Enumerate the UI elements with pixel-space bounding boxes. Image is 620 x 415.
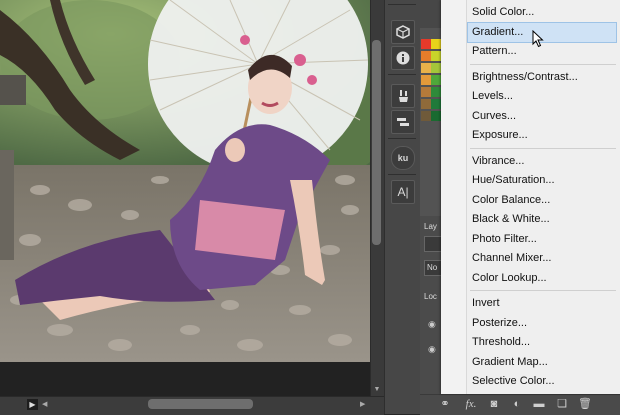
- swatches-panel: [420, 30, 441, 126]
- menu-separator: [470, 290, 616, 291]
- swatch[interactable]: [421, 111, 431, 121]
- swatch[interactable]: [431, 111, 441, 121]
- menu-item[interactable]: Color Lookup...: [472, 269, 547, 288]
- link-layers-icon[interactable]: ⚭: [437, 397, 453, 411]
- layer-filter-search[interactable]: [424, 236, 442, 252]
- swatch[interactable]: [421, 75, 431, 85]
- swatch[interactable]: [421, 51, 431, 61]
- menu-separator: [470, 147, 616, 149]
- swatch[interactable]: [431, 63, 441, 73]
- dock-separator: [388, 4, 416, 5]
- menu-item[interactable]: Exposure...: [472, 126, 528, 145]
- menu-item[interactable]: Vibrance...: [472, 152, 524, 171]
- kuler-icon[interactable]: ku: [391, 146, 415, 170]
- status-menu-arrow-icon[interactable]: ▶: [27, 399, 38, 410]
- swatch[interactable]: [431, 75, 441, 85]
- menu-item[interactable]: Threshold...: [472, 333, 530, 352]
- canvas-pasteboard: [0, 362, 370, 396]
- info-icon[interactable]: [391, 46, 415, 70]
- swatch[interactable]: [431, 99, 441, 109]
- lock-label: Loc: [424, 292, 437, 301]
- swatch[interactable]: [421, 63, 431, 73]
- menu-separator: [470, 63, 616, 65]
- dock-separator: [388, 174, 416, 175]
- menu-item[interactable]: Curves...: [472, 107, 516, 126]
- scroll-left-arrow-icon[interactable]: ◀: [42, 400, 47, 408]
- menu-item[interactable]: Color Balance...: [472, 191, 550, 210]
- photo-geisha-with-parasol: [0, 0, 370, 362]
- character-icon[interactable]: A|: [391, 180, 415, 204]
- layer-visibility-eye-icon[interactable]: ◉: [428, 319, 436, 330]
- cube-icon[interactable]: [391, 20, 415, 44]
- blend-mode-select[interactable]: No: [424, 260, 442, 276]
- menu-icon-gutter: [441, 0, 466, 394]
- swatch[interactable]: [431, 39, 441, 49]
- swatch[interactable]: [431, 87, 441, 97]
- menu-item[interactable]: Hue/Saturation...: [472, 171, 555, 190]
- tool-presets-icon[interactable]: [391, 110, 415, 134]
- scroll-right-arrow-icon[interactable]: ▶: [360, 400, 365, 408]
- new-adjustment-layer-icon[interactable]: ◐: [510, 397, 524, 411]
- menu-item[interactable]: Channel Mixer...: [472, 249, 551, 268]
- dock-separator: [388, 138, 416, 139]
- scroll-down-arrow-icon[interactable]: ▼: [372, 385, 382, 394]
- mouse-cursor-icon: [532, 30, 544, 48]
- brush-presets-icon[interactable]: [391, 84, 415, 108]
- layers-panel: Lay No Loc ◉ ◉: [420, 216, 442, 396]
- menu-item[interactable]: Levels...: [472, 87, 513, 106]
- add-layer-style-icon[interactable]: fx.: [462, 397, 480, 411]
- delete-layer-icon[interactable]: 🗑: [578, 397, 592, 411]
- swatch[interactable]: [421, 39, 431, 49]
- horizontal-scroll-thumb[interactable]: [148, 399, 253, 409]
- menu-gutter-divider: [466, 0, 467, 394]
- dock-separator: [388, 74, 416, 75]
- menu-item[interactable]: Selective Color...: [472, 372, 555, 391]
- menu-item[interactable]: Solid Color...: [472, 3, 534, 22]
- layer-visibility-eye-icon[interactable]: ◉: [428, 344, 436, 355]
- panel-header: [420, 0, 441, 28]
- new-group-icon[interactable]: ▬: [532, 397, 546, 411]
- swatch[interactable]: [421, 99, 431, 109]
- swatch[interactable]: [431, 51, 441, 61]
- menu-item[interactable]: Brightness/Contrast...: [472, 68, 578, 87]
- menu-item[interactable]: Photo Filter...: [472, 230, 537, 249]
- menu-item[interactable]: Gradient...: [472, 23, 523, 42]
- swatch[interactable]: [421, 87, 431, 97]
- menu-item[interactable]: Posterize...: [472, 314, 527, 333]
- new-layer-icon[interactable]: ❏: [555, 397, 569, 411]
- document-canvas[interactable]: [0, 0, 370, 362]
- menu-item[interactable]: Black & White...: [472, 210, 550, 229]
- menu-item[interactable]: Invert: [472, 294, 500, 313]
- vertical-scroll-thumb[interactable]: [372, 40, 381, 245]
- layers-tab[interactable]: Lay: [424, 222, 437, 231]
- add-mask-icon[interactable]: ◙: [487, 397, 501, 411]
- menu-item[interactable]: Pattern...: [472, 42, 517, 61]
- menu-item[interactable]: Gradient Map...: [472, 353, 548, 372]
